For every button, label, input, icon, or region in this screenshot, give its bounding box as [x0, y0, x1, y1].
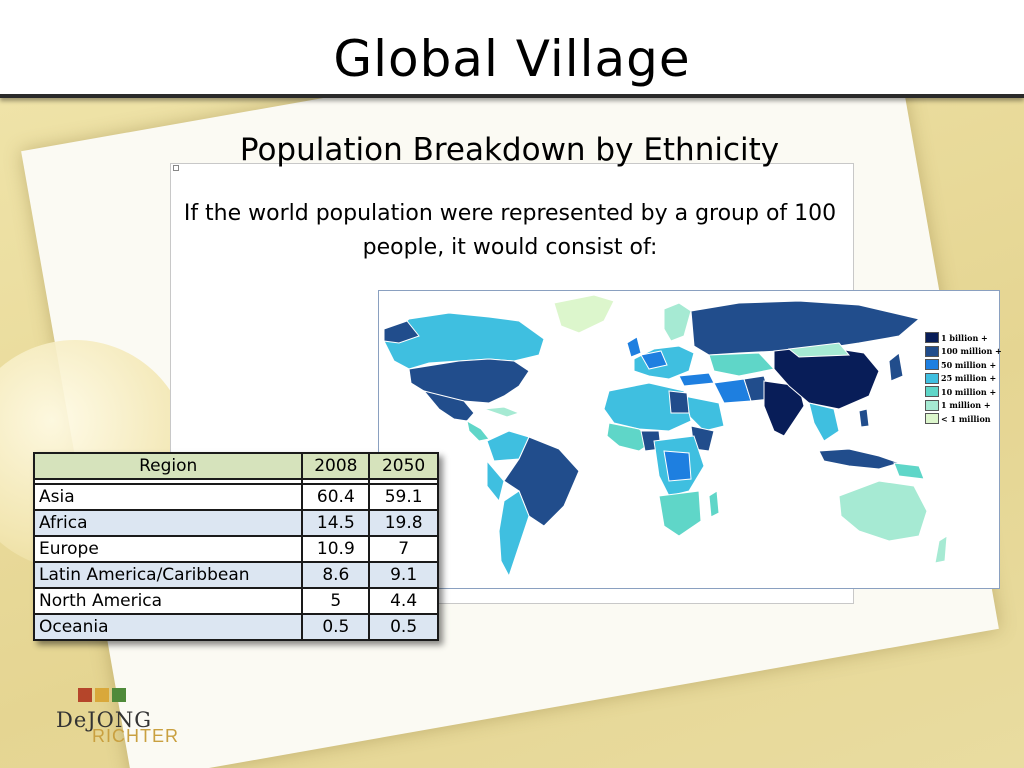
legend-item: 1 billion +: [925, 331, 1001, 344]
arabia-shape: [683, 395, 725, 432]
central-america-shape: [466, 420, 490, 442]
legend-swatch: [925, 359, 939, 370]
cell-2008: 10.9: [301, 535, 371, 563]
logo-square-green: [112, 688, 126, 702]
cell-2008: 5: [301, 587, 371, 615]
cell-2008: 60.4: [301, 483, 371, 511]
cell-region: Africa: [32, 509, 304, 537]
legend-label: 25 million +: [941, 373, 997, 383]
slide-subtitle-text: Population Breakdown by Ethnicity: [239, 132, 780, 168]
slide-subtitle: Population Breakdown by Ethnicity: [0, 132, 1024, 168]
southern-africa-shape: [658, 490, 702, 537]
indonesia-shape: [818, 448, 901, 470]
cell-region: Oceania: [32, 613, 304, 641]
table-row: Europe 10.9 7: [32, 535, 439, 563]
new-zealand-shape: [934, 535, 948, 564]
legend-label: 1 billion +: [941, 332, 988, 343]
legend-label: 1 million +: [941, 400, 991, 410]
cell-2050: 59.1: [368, 483, 439, 511]
southeast-asia-shape: [808, 402, 840, 442]
legend-label: 100 million +: [941, 346, 1002, 356]
uk-shape: [626, 336, 642, 358]
column-header-2050: 2050: [368, 452, 439, 480]
logo-squares: [78, 688, 126, 702]
table-row: Africa 14.5 19.8: [32, 509, 439, 537]
legend-item: 100 million +: [925, 345, 1002, 358]
usa-shape: [408, 358, 530, 404]
legend-swatch: [925, 332, 939, 343]
turkey-shape: [678, 372, 715, 387]
map-legend: 1 billion + 100 million + 50 million + 2…: [925, 331, 1002, 426]
congo-shape: [663, 450, 692, 482]
logo-square-red: [78, 688, 92, 702]
australia-shape: [838, 480, 928, 542]
table-row: North America 5 4.4: [32, 587, 439, 615]
cell-2050: 19.8: [368, 509, 439, 537]
logo-text-richter: RICHTER: [92, 726, 179, 746]
cell-2050: 7: [368, 535, 439, 563]
scandinavia-shape: [663, 302, 692, 342]
cell-2008: 14.5: [301, 509, 371, 537]
cell-2008: 0.5: [301, 613, 371, 641]
cell-2008: 8.6: [301, 561, 371, 589]
population-table-container: Region 2008 2050 Asia 60.4 59.1 Africa 1…: [32, 452, 439, 641]
argentina-shape: [498, 490, 530, 578]
table-row: Latin America/Caribbean 8.6 9.1: [32, 561, 439, 589]
dejong-richter-logo: DeJONG RICHTER: [56, 688, 179, 748]
slide-title: Global Village: [333, 30, 691, 88]
legend-item: 25 million +: [925, 372, 1001, 385]
legend-label: 10 million +: [941, 386, 997, 397]
madagascar-shape: [708, 490, 720, 518]
cell-2050: 9.1: [368, 561, 439, 589]
title-bar: Global Village: [0, 0, 1024, 98]
kazakhstan-shape: [708, 352, 775, 377]
legend-item: 50 million +: [925, 358, 1001, 371]
cell-2050: 4.4: [368, 587, 439, 615]
japan-shape: [888, 352, 904, 382]
table-header-row: Region 2008 2050: [32, 452, 439, 480]
legend-item: 1 million +: [925, 399, 1001, 412]
cell-region: Asia: [32, 483, 304, 511]
legend-swatch: [925, 372, 939, 384]
intro-text: If the world population were represented…: [183, 201, 837, 260]
column-header-region: Region: [32, 452, 304, 480]
legend-label: < 1 million: [941, 413, 991, 424]
logo-square-gold: [95, 688, 109, 702]
world-map-graphic: [383, 294, 948, 578]
greenland-shape: [553, 294, 615, 334]
philippines-shape: [858, 408, 870, 428]
cell-region: North America: [32, 587, 304, 615]
caribbean-shape: [483, 406, 521, 418]
new-guinea-shape: [893, 462, 925, 480]
population-table: Region 2008 2050 Asia 60.4 59.1 Africa 1…: [32, 452, 439, 641]
peru-shape: [486, 459, 505, 503]
legend-swatch: [925, 345, 939, 357]
egypt-shape: [668, 390, 690, 414]
legend-item: < 1 million: [925, 412, 1001, 425]
legend-label: 50 million +: [941, 359, 997, 370]
column-header-2008: 2008: [301, 452, 371, 480]
cell-region: Europe: [32, 535, 304, 563]
table-row: Asia 60.4 59.1: [32, 483, 439, 511]
world-population-map: 1 billion + 100 million + 50 million + 2…: [378, 290, 1002, 589]
table-row: Oceania 0.5 0.5: [32, 613, 439, 641]
legend-swatch: [925, 399, 939, 411]
legend-swatch: [925, 386, 939, 397]
cell-region: Latin America/Caribbean: [32, 561, 304, 589]
cell-2050: 0.5: [368, 613, 439, 641]
legend-swatch: [925, 413, 939, 424]
legend-item: 10 million +: [925, 385, 1001, 398]
